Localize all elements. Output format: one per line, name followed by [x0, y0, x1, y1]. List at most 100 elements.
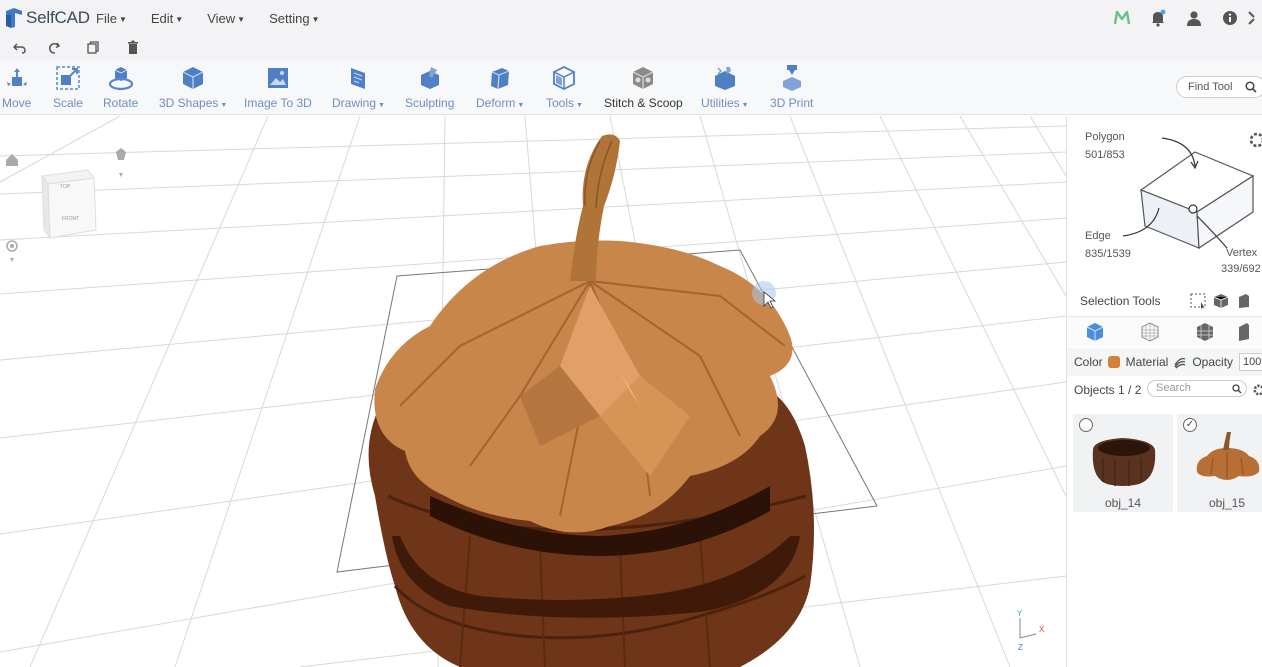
perspective-icon[interactable]	[116, 148, 126, 160]
3d-viewport[interactable]: TOP FRONT Y X Z	[0, 116, 1066, 667]
scale-icon	[55, 64, 81, 92]
objects-header: Objects 1 / 2 Search	[1067, 378, 1262, 402]
drawing-label: Drawing ▼	[332, 96, 385, 110]
find-tool-placeholder: Find Tool	[1188, 81, 1233, 93]
view-cube[interactable]: TOP FRONT	[41, 169, 97, 240]
settings-gear-icon	[1249, 132, 1262, 148]
deform-icon	[488, 64, 512, 92]
color-swatch[interactable]	[1107, 356, 1120, 368]
scale-tool-button[interactable]: Scale	[53, 64, 83, 110]
select-by-solid-icon[interactable]	[1232, 293, 1254, 309]
cube-selection-illustration	[1122, 132, 1262, 250]
history-bar	[0, 36, 1262, 60]
delete-icon[interactable]	[113, 40, 153, 56]
stitch-scoop-label: Stitch & Scoop	[604, 96, 683, 110]
notification-bell-icon[interactable]	[1140, 0, 1176, 36]
deform-menu-button[interactable]: Deform ▼	[476, 64, 524, 110]
opacity-input[interactable]: 100	[1239, 353, 1262, 371]
tools-text: Tools	[546, 96, 575, 110]
m-icon[interactable]	[1104, 0, 1140, 36]
3d-print-label: 3D Print	[770, 96, 814, 110]
select-by-object-icon[interactable]	[1210, 293, 1232, 309]
redo-icon[interactable]	[34, 41, 74, 55]
3d-print-icon	[780, 64, 804, 92]
tools-icon	[551, 64, 577, 92]
object-properties-row: Color Material Opacity 100	[1067, 348, 1262, 376]
utilities-label: Utilities ▼	[701, 96, 749, 110]
copy-icon[interactable]	[73, 41, 113, 55]
object-name: obj_15	[1208, 496, 1246, 510]
object-thumbnail	[1092, 438, 1156, 486]
rotate-icon	[107, 64, 135, 92]
utilities-icon	[712, 64, 738, 92]
opacity-label: Opacity	[1192, 355, 1234, 369]
vertex-mode-icon[interactable]	[1232, 322, 1252, 342]
find-tool-input[interactable]: Find Tool	[1176, 76, 1262, 98]
info-icon[interactable]	[1212, 0, 1248, 36]
drawing-text: Drawing	[332, 96, 377, 110]
chevron-down-icon: ▼	[378, 102, 385, 109]
sculpting-button[interactable]: Sculpting	[405, 64, 454, 110]
scale-label: Scale	[53, 96, 84, 110]
chevron-down-icon: ▼	[237, 14, 246, 24]
menu-file[interactable]: File ▼	[96, 11, 127, 26]
object-search-placeholder: Search	[1156, 382, 1191, 394]
sculpting-label: Sculpting	[405, 96, 455, 110]
chevron-down-icon	[119, 173, 123, 177]
image-to-3d-label: Image To 3D	[244, 96, 312, 110]
deform-label: Deform ▼	[476, 96, 524, 110]
object-mode-icon[interactable]	[1067, 322, 1122, 342]
drawing-menu-button[interactable]: Drawing ▼	[332, 64, 385, 110]
cube-icon	[180, 64, 206, 92]
chevron-down-icon: ▼	[741, 102, 749, 109]
menu-view-label: View	[207, 10, 236, 26]
scene-canvas[interactable]: TOP FRONT Y X Z	[0, 116, 1066, 667]
menu-edit[interactable]: Edit ▼	[151, 11, 183, 26]
axis-z-label: Z	[1018, 643, 1023, 652]
move-icon	[4, 64, 30, 92]
tools-label: Tools ▼	[546, 96, 583, 110]
3d-print-button[interactable]: 3D Print	[770, 64, 813, 110]
object-search-input[interactable]: Search	[1147, 380, 1247, 397]
face-mode-icon[interactable]	[1122, 321, 1177, 342]
objects-count-label: Objects 1 / 2	[1074, 383, 1142, 397]
deform-text: Deform	[476, 96, 516, 110]
object-thumbnail	[1196, 432, 1260, 480]
chevron-down-icon: ▼	[517, 102, 525, 109]
move-tool-button[interactable]: Move	[2, 64, 31, 110]
utilities-menu-button[interactable]: Utilities ▼	[701, 64, 749, 110]
move-label: Move	[2, 96, 32, 110]
sculpting-icon	[417, 64, 443, 92]
chevron-down-icon: ▼	[175, 14, 184, 24]
image-to-3d-button[interactable]: Image To 3D	[244, 64, 312, 110]
fullscreen-icon[interactable]	[1248, 0, 1262, 36]
3d-shapes-menu-button[interactable]: 3D Shapes ▼	[159, 64, 227, 110]
axis-x-label: X	[1039, 625, 1045, 634]
selfcad-logo-icon	[6, 8, 22, 28]
object-card-obj-15[interactable]: ✓ obj_15	[1177, 414, 1262, 512]
stitch-scoop-button[interactable]: Stitch & Scoop	[604, 64, 683, 110]
object-card-obj-14[interactable]: obj_14	[1073, 414, 1173, 512]
app-logo[interactable]: SelfCAD	[4, 7, 92, 29]
settings-gear-icon[interactable]	[1253, 384, 1262, 396]
selection-tools-row: Selection Tools	[1067, 286, 1262, 316]
material-icon[interactable]	[1173, 355, 1187, 369]
user-icon[interactable]	[1176, 0, 1212, 36]
edge-mode-icon[interactable]	[1177, 322, 1232, 342]
menu-view[interactable]: View ▼	[207, 11, 245, 26]
rotate-tool-button[interactable]: Rotate	[103, 64, 138, 110]
app-name: SelfCAD	[26, 8, 90, 27]
tools-menu-button[interactable]: Tools ▼	[546, 64, 583, 110]
menu-setting[interactable]: Setting ▼	[269, 11, 319, 26]
material-label[interactable]: Material	[1126, 355, 1169, 369]
object-name: obj_14	[1104, 496, 1142, 510]
menu-setting-label: Setting	[269, 10, 310, 26]
drawing-icon	[346, 64, 370, 92]
target-icon[interactable]	[6, 240, 18, 262]
chevron-down-icon: ▼	[118, 14, 127, 24]
box-select-icon[interactable]	[1188, 293, 1210, 309]
view-cube-front-label: FRONT	[62, 216, 79, 222]
rotate-label: Rotate	[103, 96, 139, 110]
chevron-down-icon: ▼	[576, 102, 583, 109]
search-icon	[1232, 384, 1242, 394]
